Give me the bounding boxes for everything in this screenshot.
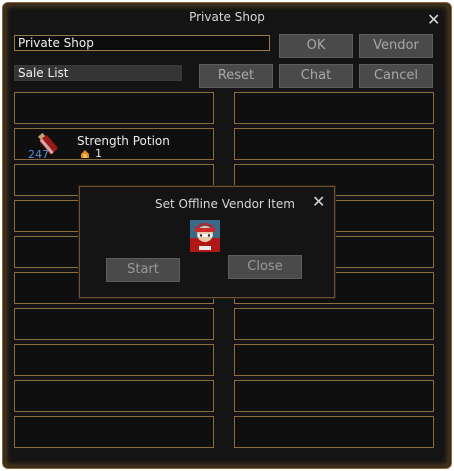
ok-button[interactable]: OK (279, 34, 353, 58)
currency-icon (81, 150, 89, 158)
item-name: Strength Potion (77, 134, 170, 148)
chat-button[interactable]: Chat (279, 64, 353, 88)
sale-slot[interactable] (234, 344, 434, 376)
close-button[interactable]: Close (228, 255, 302, 279)
sale-slot[interactable] (234, 128, 434, 160)
offline-vendor-dialog: Set Offline Vendor Item ✕ Start Close (79, 186, 335, 298)
sale-slot[interactable] (14, 416, 214, 448)
sale-slot[interactable] (14, 380, 214, 412)
dialog-close-icon[interactable]: ✕ (312, 194, 325, 210)
sale-slot[interactable] (14, 344, 214, 376)
cancel-button[interactable]: Cancel (359, 64, 433, 88)
vendor-avatar-icon (190, 220, 220, 252)
shop-name-input[interactable]: Private Shop (14, 35, 270, 51)
start-button[interactable]: Start (106, 258, 180, 282)
window-title: Private Shop (189, 10, 265, 24)
sale-slot[interactable] (14, 92, 214, 124)
reset-button[interactable]: Reset (199, 64, 273, 88)
sale-slot[interactable] (234, 92, 434, 124)
close-icon[interactable]: ✕ (427, 12, 440, 28)
dialog-title: Set Offline Vendor Item (155, 197, 295, 211)
sale-slot-strength-potion[interactable]: 247 Strength Potion 1 (14, 128, 214, 160)
vendor-button[interactable]: Vendor (359, 34, 433, 58)
sale-slot[interactable] (234, 308, 434, 340)
sale-slot[interactable] (234, 380, 434, 412)
item-price: 1 (95, 147, 102, 160)
sale-list-field: Sale List (14, 65, 182, 81)
stack-count: 247 (28, 148, 49, 161)
sale-slot[interactable] (14, 308, 214, 340)
sale-slot[interactable] (234, 416, 434, 448)
